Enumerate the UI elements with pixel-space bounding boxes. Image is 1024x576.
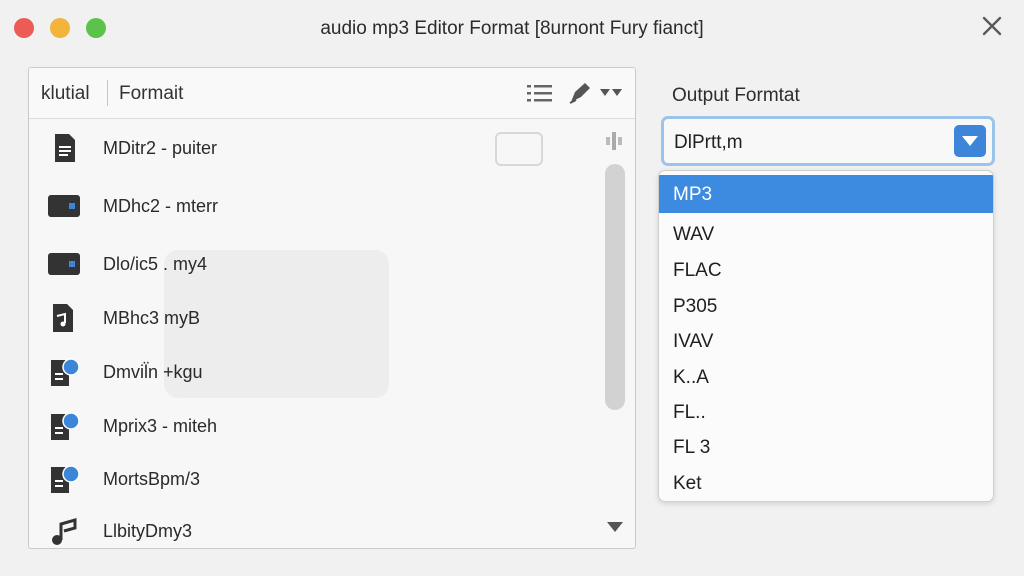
title-bar: audio mp3 Editor Format [8urnont Fury fi… [0, 0, 1024, 58]
column-header-name[interactable]: klutial [41, 83, 90, 105]
app-window: audio mp3 Editor Format [8urnont Fury fi… [0, 0, 1024, 576]
media-file-icon [48, 253, 80, 275]
list-item[interactable]: MDitr2 - puiter [29, 121, 601, 175]
file-name: Dlo/ic5 . my4 [103, 254, 208, 274]
list-item[interactable]: MDhc2 - mterr [29, 179, 601, 233]
output-format-label: Output Formtat [672, 85, 800, 106]
audio-file-badge-icon [51, 358, 80, 386]
music-note-icon [52, 518, 77, 545]
scroll-down-arrow-icon[interactable] [605, 520, 625, 534]
file-name: MDitr2 - puiter [103, 138, 218, 158]
file-list: MDitr2 - puiter MDhc2 - mterr Dlo/ic5 . … [29, 119, 601, 548]
menu-item-mp3[interactable]: MP3 [659, 175, 993, 213]
column-divider [107, 80, 108, 106]
list-item[interactable]: MortsBpm/3 [29, 452, 601, 506]
list-item[interactable]: LlbityDmy3 [29, 504, 601, 548]
menu-item-fl3[interactable]: FL 3 [659, 428, 993, 466]
audio-file-badge-icon [51, 412, 80, 440]
column-header-format[interactable]: Formait [119, 83, 183, 105]
resize-handle-icon[interactable] [603, 130, 625, 152]
menu-item-ka[interactable]: K..A [659, 358, 993, 396]
file-name: MBhc3 myB [103, 308, 201, 328]
audio-document-icon [53, 304, 73, 332]
audio-file-badge-icon [51, 465, 80, 493]
file-name: MDhc2 - mterr [103, 196, 219, 216]
document-icon [55, 134, 75, 162]
output-format-value: DlPrtt,m [674, 132, 743, 153]
list-item[interactable]: MBhc3 myB [29, 291, 601, 345]
media-file-icon [48, 195, 80, 217]
menu-item-ket[interactable]: Ket [659, 464, 993, 501]
chevron-down-icon [962, 136, 978, 146]
format-options-menu: MP3 WAV FLAC P305 IVAV K..A FL.. FL 3 Ke… [658, 170, 994, 502]
chevron-down-icon[interactable] [599, 87, 623, 99]
file-name: Dmvil̈n +kgu [103, 362, 203, 382]
file-name: Mprix3 - miteh [103, 416, 218, 436]
file-list-panel: klutial Formait MDitr2 - puiter MDhc2 - … [28, 67, 636, 549]
edit-icon[interactable] [567, 80, 593, 106]
list-item[interactable]: Mprix3 - miteh [29, 399, 601, 453]
list-item[interactable]: Dlo/ic5 . my4 [29, 237, 601, 291]
menu-item-flac[interactable]: FLAC [659, 251, 993, 289]
close-icon[interactable] [978, 12, 1006, 40]
menu-item-wav[interactable]: WAV [659, 215, 993, 253]
list-item[interactable]: Dmvil̈n +kgu [29, 345, 601, 399]
dropdown-toggle-button[interactable] [954, 125, 986, 157]
file-list-header: klutial Formait [29, 68, 635, 119]
menu-item-p305[interactable]: P305 [659, 287, 993, 325]
scrollbar-thumb[interactable] [605, 164, 625, 410]
list-view-icon[interactable] [527, 84, 553, 102]
menu-item-fl[interactable]: FL.. [659, 393, 993, 431]
file-name: LlbityDmy3 [103, 521, 193, 541]
output-format-select[interactable]: DlPrtt,m [661, 116, 995, 166]
window-title: audio mp3 Editor Format [8urnont Fury fi… [320, 18, 704, 39]
menu-item-ivav[interactable]: IVAV [659, 322, 993, 360]
file-name: MortsBpm/3 [103, 469, 201, 489]
